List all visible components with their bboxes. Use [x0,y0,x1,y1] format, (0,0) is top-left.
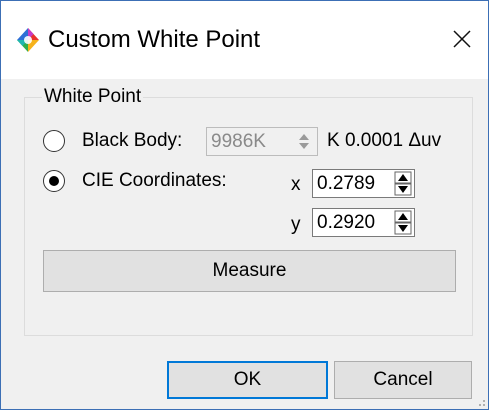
color-wheel-icon [17,28,39,52]
close-icon[interactable] [446,23,478,55]
cie-x-spinbox[interactable]: 0.2789 [312,169,415,198]
spin-arrows-icon[interactable] [295,129,313,154]
cie-y-value: 0.2920 [317,212,376,233]
black-body-temperature-value: 9986K [211,131,266,152]
cancel-button[interactable]: Cancel [334,361,472,399]
title-bar[interactable]: Custom White Point [1,1,488,79]
custom-white-point-dialog: Custom White Point White Point Black Bod… [0,0,489,410]
cie-y-label: y [291,214,301,235]
spin-arrows-icon[interactable] [394,210,412,235]
cie-x-label: x [291,174,301,195]
ok-button[interactable]: OK [167,361,328,399]
radio-selected-dot [49,176,59,186]
black-body-temperature-spinbox[interactable]: 9986K [206,127,318,156]
cie-y-spinbox[interactable]: 0.2920 [312,208,415,237]
black-body-label: Black Body: [82,130,183,151]
window-title: Custom White Point [48,26,261,53]
black-body-delta-uv: K 0.0001 Δuv [327,130,442,151]
cie-coordinates-label: CIE Coordinates: [82,170,227,191]
resize-grip-icon[interactable] [474,395,486,407]
cie-coordinates-radio[interactable] [43,170,65,192]
cie-x-value: 0.2789 [317,173,376,194]
measure-button[interactable]: Measure [43,250,456,292]
spin-arrows-icon[interactable] [394,171,412,196]
white-point-group-title: White Point [42,86,144,108]
black-body-radio[interactable] [43,130,65,152]
